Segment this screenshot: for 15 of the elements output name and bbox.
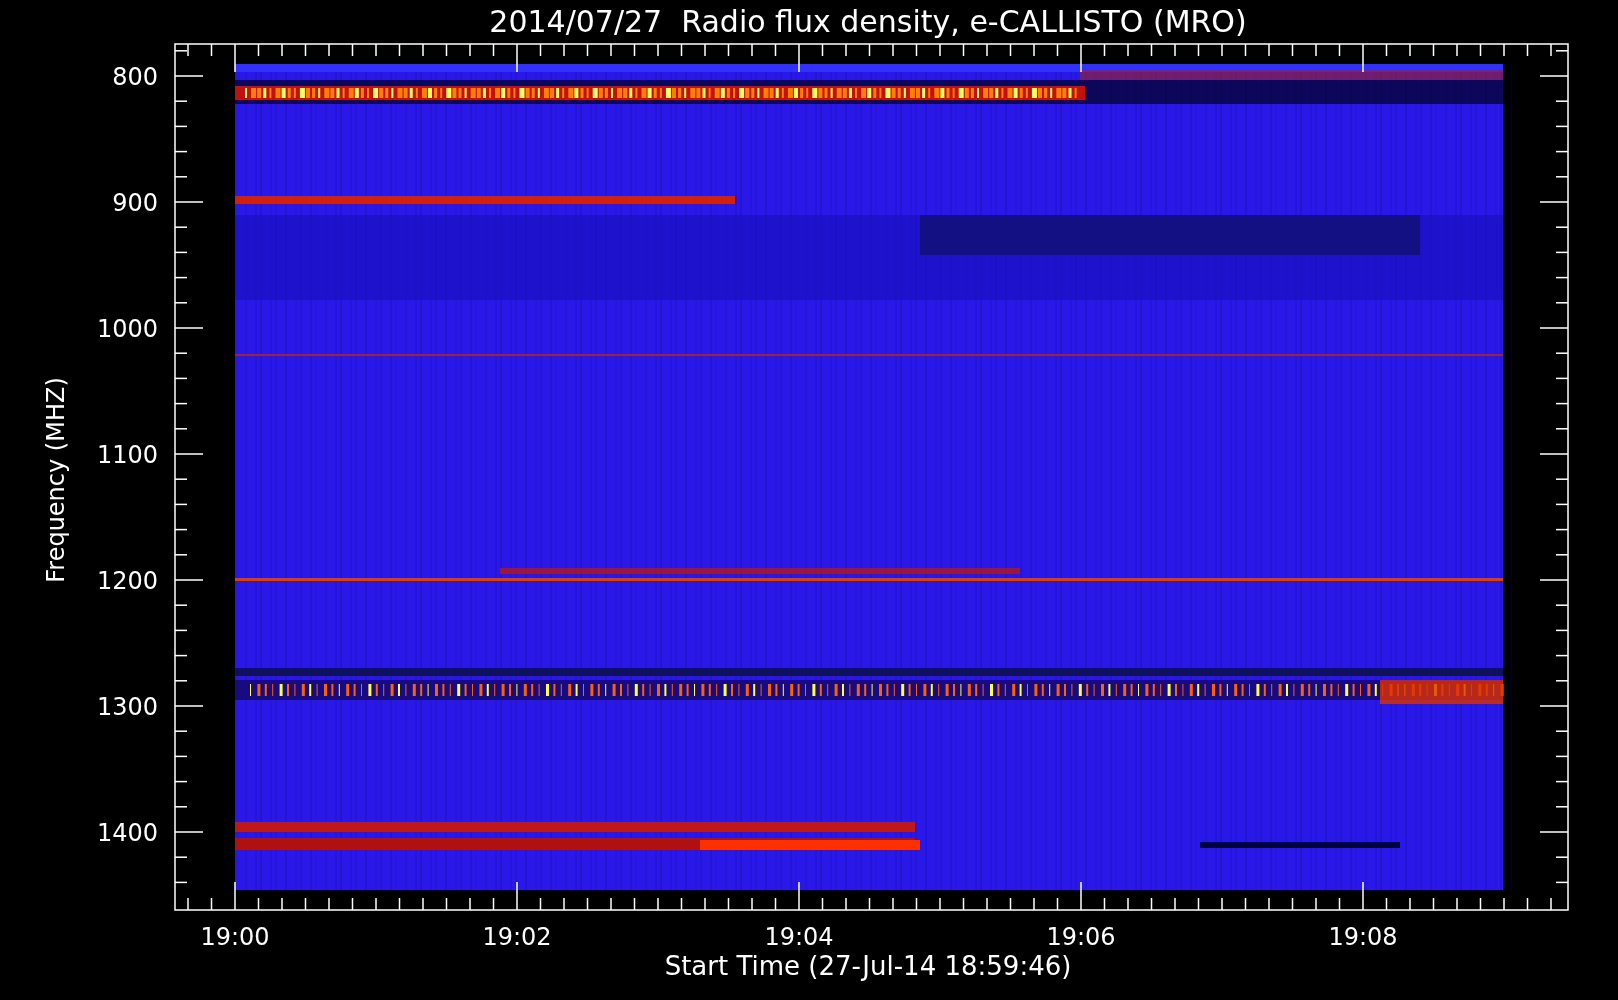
y-tick-label: 1300 — [96, 693, 158, 721]
y-axis-label: Frequency (MHZ) — [42, 377, 70, 583]
y-tick-label: 1100 — [96, 441, 158, 469]
y-tick-label: 900 — [112, 189, 158, 217]
plot-title: 2014/07/27 Radio flux density, e-CALLISTO (MRO) — [489, 4, 1247, 39]
y-tick-label: 1200 — [96, 567, 158, 595]
y-tick-label: 1000 — [96, 315, 158, 343]
x-tick-label: 19:00 — [200, 923, 270, 951]
y-tick-label: 1400 — [96, 819, 158, 847]
x-tick-label: 19:02 — [482, 923, 552, 951]
x-tick-label: 19:08 — [1328, 923, 1398, 951]
y-tick-label: 800 — [112, 63, 158, 91]
x-tick-label: 19:04 — [764, 923, 834, 951]
x-tick-label: 19:06 — [1046, 923, 1116, 951]
x-axis-label: Start Time (27-Jul-14 18:59:46) — [664, 951, 1072, 981]
